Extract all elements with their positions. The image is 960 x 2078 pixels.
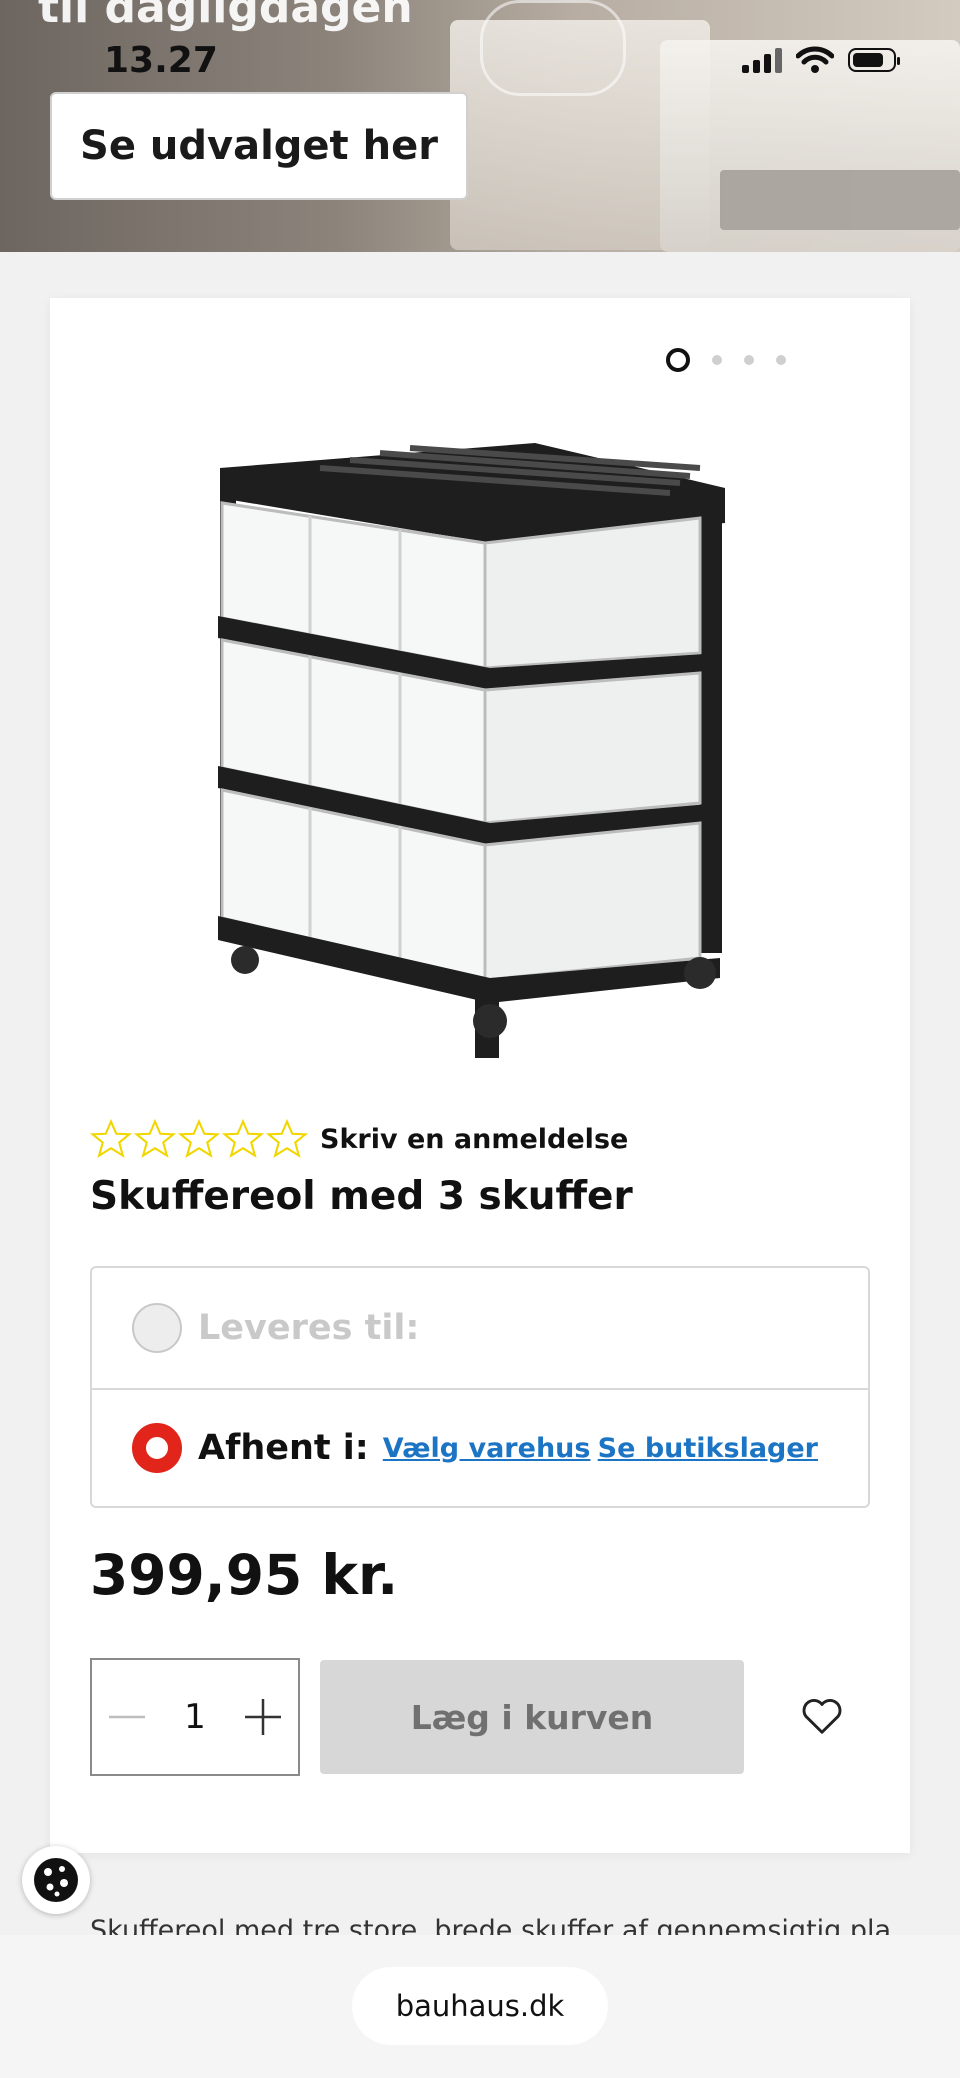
pickup-label: Afhent i: (198, 1428, 369, 1468)
delivery-option-ship[interactable]: Leveres til: (92, 1268, 868, 1390)
store-stock-link[interactable]: Se butikslager (598, 1433, 818, 1464)
browser-bottom-bar: bauhaus.dk (0, 1935, 960, 2078)
product-image[interactable] (200, 368, 800, 1308)
write-review-link[interactable]: Skriv en anmeldelse (320, 1124, 628, 1155)
choose-store-link[interactable]: Vælg varehus (383, 1433, 591, 1464)
add-to-cart-button[interactable]: Læg i kurven (320, 1660, 744, 1774)
star-icon (222, 1118, 264, 1158)
heart-icon (802, 1699, 842, 1734)
cookie-icon (34, 1858, 78, 1902)
gallery-dot[interactable] (776, 355, 786, 365)
rating-stars (90, 1118, 308, 1160)
ship-label: Leveres til: (198, 1308, 420, 1348)
hero-banner[interactable]: til dagligdagen 13.27 Se udvalget her (0, 0, 960, 252)
quantity-stepper: 1 (90, 1658, 300, 1776)
wifi-icon (796, 46, 834, 73)
gallery-dot[interactable] (744, 355, 754, 365)
product-card: Skriv en anmeldelse Skuffereol med 3 sku… (50, 298, 910, 1853)
star-icon (134, 1118, 176, 1158)
product-description-preview: Skuffereol med tre store, brede skuffer … (90, 1915, 890, 1937)
delivery-options: Leveres til: Afhent i: Vælg varehus Se b… (90, 1266, 870, 1508)
increase-quantity-button[interactable] (228, 1660, 298, 1774)
quantity-value[interactable]: 1 (184, 1697, 206, 1737)
product-price: 399,95 kr. (90, 1543, 399, 1607)
minus-icon (109, 1715, 145, 1719)
status-icons (742, 46, 900, 74)
status-time: 13.27 (104, 40, 218, 81)
star-icon (178, 1118, 220, 1158)
rating-row: Skriv en anmeldelse (90, 1118, 628, 1160)
cookie-settings-button[interactable] (22, 1846, 90, 1914)
plus-icon (244, 1699, 281, 1735)
favorite-button[interactable] (790, 1683, 854, 1747)
ship-radio[interactable] (132, 1303, 182, 1353)
url-bar[interactable]: bauhaus.dk (352, 1967, 608, 2045)
gallery-dot[interactable] (712, 355, 722, 365)
hero-glass-image (480, 0, 626, 96)
hero-headline: til dagligdagen (38, 0, 413, 33)
star-icon (90, 1118, 132, 1158)
star-icon (266, 1118, 308, 1158)
hero-cta-button[interactable]: Se udvalget her (50, 92, 468, 200)
product-title: Skuffereol med 3 skuffer (90, 1174, 633, 1219)
delivery-option-pickup[interactable]: Afhent i: Vælg varehus Se butikslager (92, 1388, 868, 1508)
cellular-signal-icon (742, 47, 782, 73)
pickup-radio[interactable] (132, 1423, 182, 1473)
battery-icon (848, 48, 900, 72)
decrease-quantity-button[interactable] (92, 1660, 162, 1774)
